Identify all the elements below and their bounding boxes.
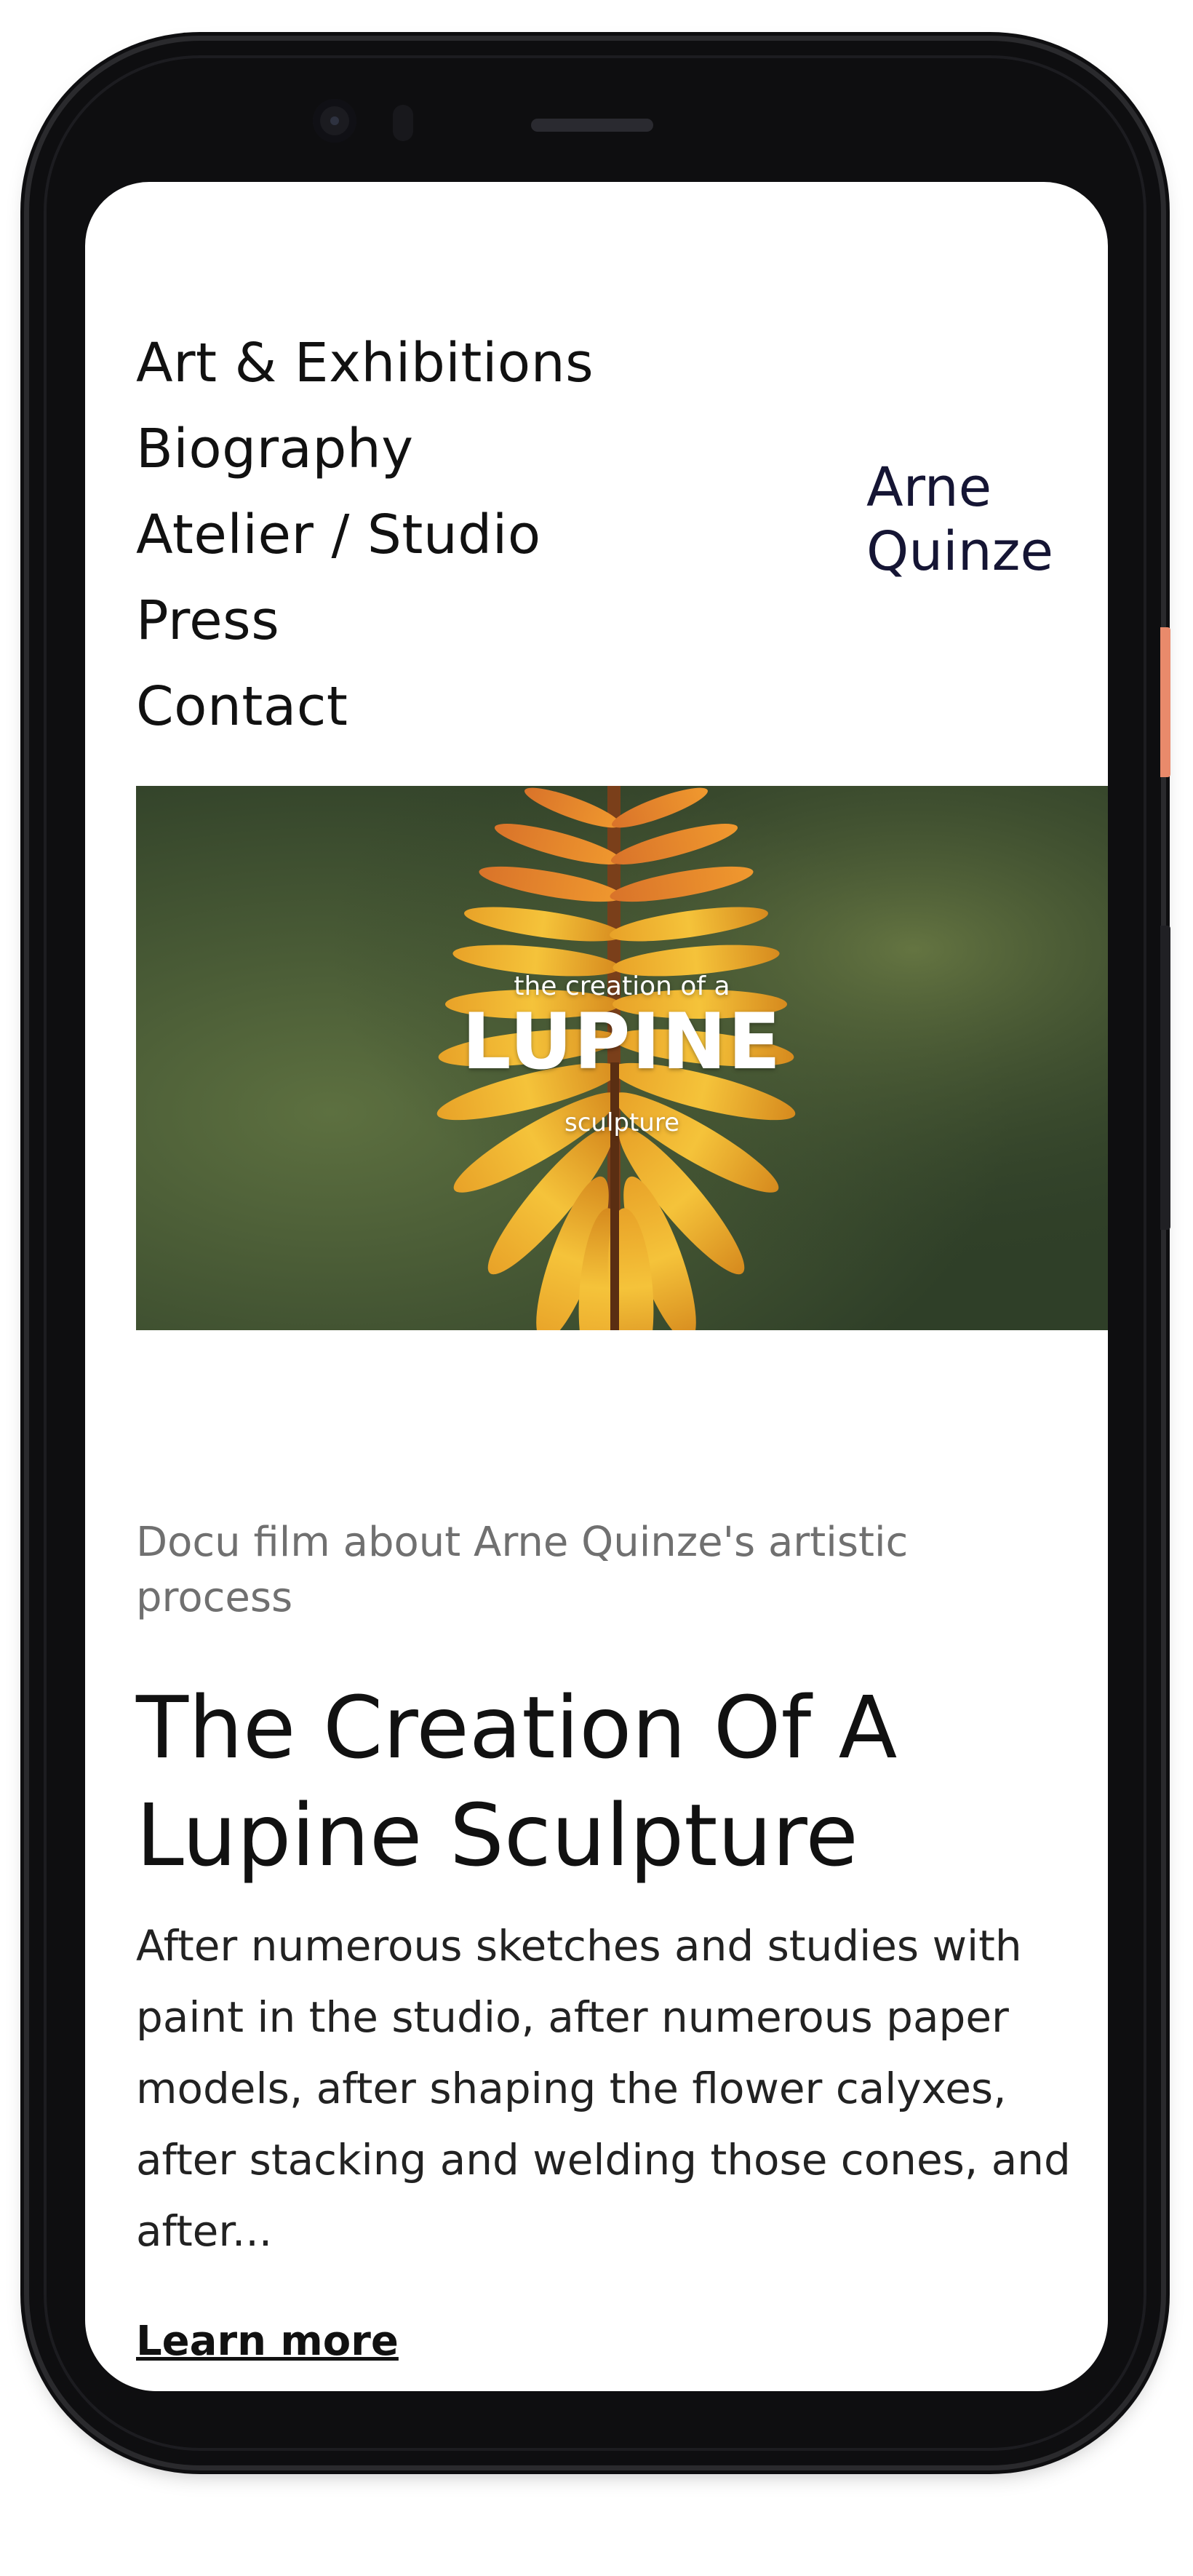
- site-logo[interactable]: Arne Quinze: [866, 456, 1053, 584]
- article-excerpt: After numerous sketches and studies with…: [136, 1921, 1071, 2256]
- learn-more-link[interactable]: Learn more: [136, 2318, 399, 2365]
- article-title: The Creation Of A Lupine Sculpture: [136, 1677, 898, 1885]
- nav-item-press[interactable]: Press: [136, 578, 594, 664]
- logo-line-2: Quinze: [866, 520, 1053, 583]
- earpiece-speaker: [531, 119, 653, 132]
- power-button: [1160, 627, 1170, 777]
- sensor-icon: [393, 105, 413, 141]
- hero-title: LUPINE: [461, 997, 783, 1086]
- article-kicker: Docu film about Arne Quinze's artistic p…: [136, 1519, 909, 1621]
- hero-subtitle: sculpture: [564, 1108, 679, 1137]
- hero-video-thumbnail[interactable]: the creation of a LUPINE sculpture: [136, 786, 1108, 1330]
- main-nav: Art & Exhibitions Biography Atelier / St…: [136, 320, 594, 750]
- screen: Art & Exhibitions Biography Atelier / St…: [85, 182, 1108, 2391]
- nav-item-biography[interactable]: Biography: [136, 406, 594, 492]
- nav-item-art-exhibitions[interactable]: Art & Exhibitions: [136, 320, 594, 406]
- nav-item-contact[interactable]: Contact: [136, 664, 594, 750]
- volume-button: [1160, 926, 1170, 1230]
- nav-item-atelier-studio[interactable]: Atelier / Studio: [136, 492, 594, 578]
- front-camera-icon: [313, 99, 356, 143]
- logo-line-1: Arne: [866, 456, 992, 519]
